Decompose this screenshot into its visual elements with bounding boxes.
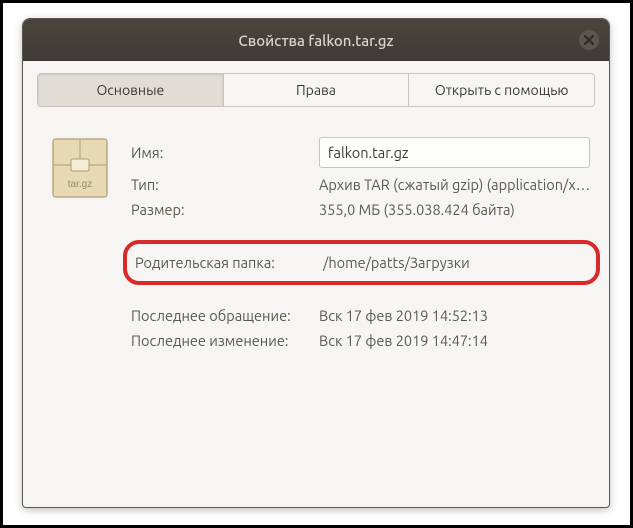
tab-content: tar.gz Имя: Тип: Архив TAR (сжатый gzip)… [23, 107, 609, 353]
row-accessed: Последнее обращение: Вск 17 фев 2019 14:… [131, 303, 590, 328]
name-input[interactable] [319, 137, 590, 168]
label-parent-folder: Родительская папка: [135, 254, 313, 271]
value-accessed: Вск 17 фев 2019 14:52:13 [319, 307, 590, 324]
tab-basic[interactable]: Основные [38, 74, 224, 106]
value-modified: Вск 17 фев 2019 14:47:14 [319, 332, 590, 349]
label-name: Имя: [131, 144, 309, 161]
label-modified: Последнее изменение: [131, 332, 309, 349]
file-type-icon: tar.gz [47, 133, 113, 203]
titlebar: Свойства falkon.tar.gz [23, 19, 609, 61]
label-type: Тип: [131, 176, 309, 193]
label-size: Размер: [131, 201, 309, 218]
tab-open-with[interactable]: Открыть с помощью [409, 74, 594, 106]
parent-folder-highlight: Родительская папка: /home/patts/Загрузки [123, 240, 600, 285]
value-parent-folder: /home/patts/Загрузки [323, 254, 582, 271]
value-type: Архив TAR (сжатый gzip) (application/x… [319, 176, 590, 193]
row-modified: Последнее изменение: Вск 17 фев 2019 14:… [131, 328, 590, 353]
value-size: 355,0 МБ (355.038.424 байта) [319, 201, 590, 218]
tab-permissions[interactable]: Права [224, 74, 410, 106]
close-icon [584, 35, 594, 45]
close-button[interactable] [579, 30, 599, 50]
file-icon-tag: tar.gz [68, 179, 92, 190]
tab-bar: Основные Права Открыть с помощью [37, 73, 595, 107]
row-name: Имя: [131, 133, 590, 172]
properties-dialog: Свойства falkon.tar.gz Основные Права От… [22, 18, 610, 508]
row-type: Тип: Архив TAR (сжатый gzip) (applicatio… [131, 172, 590, 197]
row-parent-folder: Родительская папка: /home/patts/Загрузки [131, 248, 586, 277]
window-title: Свойства falkon.tar.gz [238, 32, 393, 49]
label-accessed: Последнее обращение: [131, 307, 309, 324]
row-size: Размер: 355,0 МБ (355.038.424 байта) [131, 197, 590, 222]
